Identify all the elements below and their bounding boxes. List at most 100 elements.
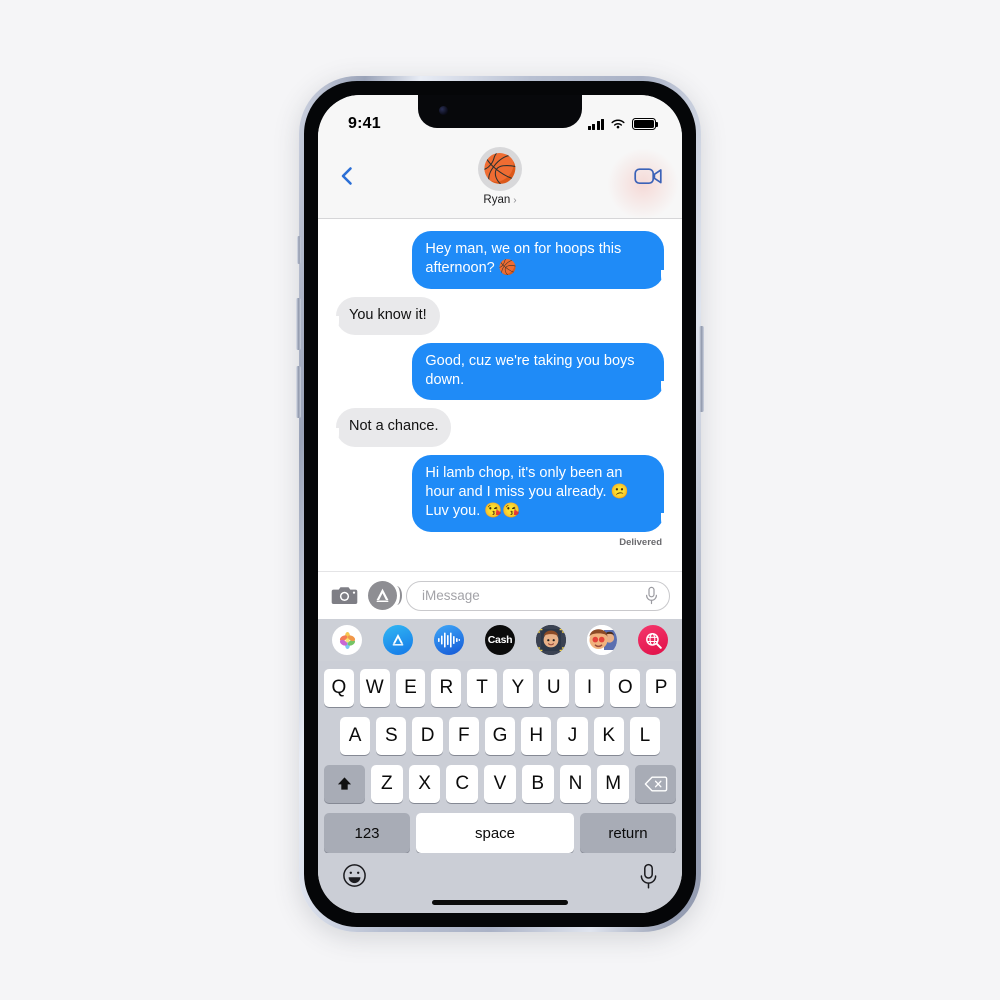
keyboard-row-2: A S D F G H J K L: [321, 717, 679, 755]
chevron-left-icon: [341, 167, 352, 185]
battery-full-icon: [632, 118, 659, 130]
space-key[interactable]: space: [416, 813, 574, 853]
device-screen: 9:41 🏀 Ryan › Hey man, we on for hoops t…: [318, 95, 682, 913]
message-row: Not a chance.: [328, 408, 670, 447]
microphone-icon[interactable]: [645, 586, 658, 605]
message-input-field[interactable]: iMessage: [406, 580, 670, 611]
message-row: Good, cuz we're taking you boys down.: [330, 342, 671, 401]
status-bar-time: 9:41: [348, 115, 381, 132]
dictation-microphone-icon[interactable]: [639, 863, 658, 890]
contact-name-row[interactable]: Ryan ›: [483, 194, 516, 206]
return-key[interactable]: return: [580, 813, 676, 853]
conversation-header: 🏀 Ryan ›: [318, 141, 682, 221]
home-indicator[interactable]: [432, 900, 568, 905]
camera-icon: [331, 587, 358, 604]
keyboard-bottom-bar: [318, 853, 682, 913]
camera-button[interactable]: [330, 581, 359, 610]
key-c[interactable]: C: [446, 765, 479, 803]
wifi-icon: [611, 119, 625, 129]
key-b[interactable]: B: [521, 765, 554, 803]
avatar[interactable]: 🏀: [478, 147, 522, 191]
key-x[interactable]: X: [408, 765, 441, 803]
key-o[interactable]: O: [610, 669, 641, 707]
message-bubble-incoming[interactable]: You know it!: [329, 296, 440, 336]
app-icon-photos[interactable]: [332, 625, 362, 655]
volume-up-button[interactable]: [296, 298, 301, 350]
message-row: Hey man, we on for hoops this afternoon?…: [330, 231, 671, 289]
back-button[interactable]: [334, 163, 360, 189]
key-h[interactable]: H: [521, 717, 552, 755]
onscreen-keyboard[interactable]: Q W E R T Y U I O P A S D F G H J K L Z …: [318, 661, 682, 853]
imessage-app-drawer[interactable]: Cash: [318, 619, 682, 661]
mute-switch-button[interactable]: [297, 236, 301, 264]
app-icon-digital-touch[interactable]: [434, 625, 464, 655]
app-icon-memoji-stickers[interactable]: [587, 625, 617, 655]
key-w[interactable]: W: [359, 669, 390, 707]
delete-key[interactable]: [635, 765, 677, 803]
app-icon-apple-cash[interactable]: Cash: [485, 625, 515, 655]
app-icon-app-store[interactable]: [383, 625, 413, 655]
key-l[interactable]: L: [629, 717, 660, 755]
apple-cash-label: Cash: [487, 634, 513, 646]
video-camera-icon: [634, 168, 662, 185]
message-bubble-incoming[interactable]: Not a chance.: [328, 408, 452, 447]
contact-info[interactable]: 🏀 Ryan ›: [478, 141, 522, 206]
shift-key[interactable]: [323, 765, 365, 803]
contact-name: Ryan: [483, 194, 511, 206]
message-text: Not a chance.: [349, 418, 439, 435]
message-text: You know it!: [349, 306, 427, 323]
signal-bars-icon: [587, 118, 604, 130]
message-list[interactable]: Hey man, we on for hoops this afternoon?…: [318, 219, 682, 571]
key-z[interactable]: Z: [370, 765, 403, 803]
waveform-icon: [438, 632, 460, 648]
key-y[interactable]: Y: [503, 669, 533, 707]
smiley-face-icon[interactable]: [342, 863, 367, 888]
keyboard-row-3: Z X C V B N M: [321, 765, 679, 803]
key-n[interactable]: N: [559, 765, 592, 803]
key-e[interactable]: E: [395, 669, 426, 707]
memoji-stickers-icon: [587, 625, 617, 655]
key-r[interactable]: R: [431, 669, 462, 707]
key-d[interactable]: D: [412, 717, 443, 755]
key-j[interactable]: J: [557, 717, 588, 755]
display-notch: [418, 95, 582, 128]
keyboard-row-4: 123 space return: [321, 813, 679, 853]
message-text: Hi lamb chop, it's only been an hour and…: [425, 464, 629, 520]
key-s[interactable]: S: [376, 717, 407, 755]
volume-down-button[interactable]: [296, 366, 301, 418]
app-store-button[interactable]: [368, 581, 402, 610]
backspace-delete-icon: [644, 776, 667, 792]
image-search-icon: [645, 632, 662, 649]
device-bezel: 9:41 🏀 Ryan › Hey man, we on for hoops t…: [304, 81, 696, 927]
message-bubble-outgoing[interactable]: Hey man, we on for hoops this afternoon?…: [412, 231, 671, 289]
key-m[interactable]: M: [597, 765, 630, 803]
app-icon-memoji[interactable]: [536, 625, 566, 655]
front-camera-icon: [439, 106, 448, 115]
key-t[interactable]: T: [467, 669, 497, 707]
app-store-icon: [392, 634, 404, 646]
facetime-button[interactable]: [634, 165, 664, 187]
status-badge: Delivered: [619, 536, 662, 548]
key-p[interactable]: P: [646, 669, 676, 707]
keyboard-row-1: Q W E R T Y U I O P: [321, 669, 679, 707]
memoji-icon: [536, 625, 566, 655]
key-i[interactable]: I: [574, 669, 605, 707]
chevron-right-icon: ›: [513, 194, 517, 206]
message-row: You know it!: [329, 296, 670, 336]
message-bubble-outgoing[interactable]: Good, cuz we're taking you boys down.: [412, 342, 671, 401]
key-u[interactable]: U: [538, 669, 569, 707]
message-text: Good, cuz we're taking you boys down.: [425, 352, 635, 389]
key-k[interactable]: K: [593, 717, 624, 755]
key-a[interactable]: A: [340, 717, 371, 755]
app-store-icon: [376, 588, 389, 603]
key-f[interactable]: F: [448, 717, 479, 755]
power-button[interactable]: [699, 326, 704, 412]
key-v[interactable]: V: [484, 765, 516, 803]
message-text: Hey man, we on for hoops this afternoon?…: [425, 241, 622, 277]
numbers-key[interactable]: 123: [324, 813, 410, 853]
shift-up-arrow-icon: [337, 776, 352, 790]
key-q[interactable]: Q: [324, 669, 354, 707]
key-g[interactable]: G: [484, 717, 516, 755]
message-bubble-outgoing[interactable]: Hi lamb chop, it's only been an hour and…: [412, 454, 671, 532]
app-icon-images-gif[interactable]: [638, 625, 668, 655]
